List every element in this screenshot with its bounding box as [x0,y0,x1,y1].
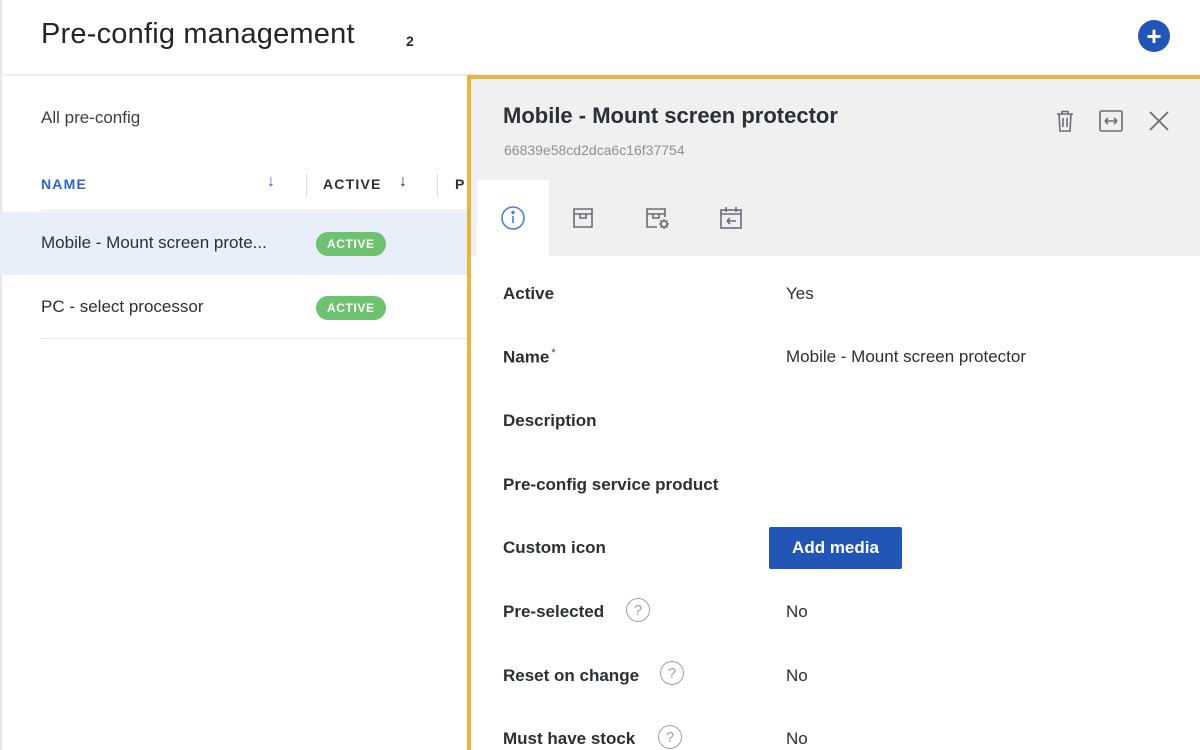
sort-arrow-icon[interactable]: ↓ [267,173,275,191]
field-value-pre-selected[interactable]: No [786,602,808,622]
table-header: NAME ↓ ACTIVE ↓ P [41,168,471,204]
trash-icon[interactable] [1051,107,1079,135]
column-header-name[interactable]: NAME [41,176,87,192]
item-count: 2 [406,33,414,49]
info-icon [501,206,525,230]
page-header: Pre-config management 2 + [0,0,1200,76]
sort-arrow-icon[interactable]: ↓ [399,173,407,191]
table-row-selected[interactable]: Mobile - Mount screen prote... ACTIVE [0,212,470,275]
divider [41,210,471,211]
label-text: Name [503,347,550,367]
expand-horizontal-icon[interactable] [1097,107,1125,135]
field-label-pre-selected: Pre-selected [503,602,605,621]
panel-title: Mobile - Mount screen protector [503,103,838,128]
detail-panel: Mobile - Mount screen protector 66839e58… [467,75,1200,750]
column-header-truncated[interactable]: P [455,176,466,192]
help-icon[interactable]: ? [626,598,650,622]
field-label-custom-icon: Custom icon [503,538,606,557]
row-name: Mobile - Mount screen prote... [41,233,267,252]
tab-history[interactable] [695,180,767,256]
field-label-active: Active [503,284,555,303]
field-label-description: Description [503,411,597,430]
field-value-reset-on-change[interactable]: No [786,666,808,686]
table-row[interactable]: PC - select processor ACTIVE [41,276,471,339]
field-label-must-have-stock: Must have stock [503,729,636,748]
close-icon[interactable] [1145,107,1173,135]
status-badge: ACTIVE [316,232,386,256]
panel-tabs [471,180,1200,256]
tab-product-settings[interactable] [621,180,693,256]
box-settings-icon [646,208,669,229]
field-label-service-product: Pre-config service product [503,475,719,494]
record-id: 66839e58cd2dca6c16f37754 [504,142,685,158]
column-divider[interactable] [437,174,438,196]
help-icon[interactable]: ? [658,725,682,749]
column-divider[interactable] [306,174,307,196]
plus-icon: + [1146,21,1162,51]
calendar-return-icon [720,207,742,229]
field-label-reset-on-change: Reset on change [503,666,640,685]
field-value-name[interactable]: Mobile - Mount screen protector [786,347,1026,367]
column-header-active[interactable]: ACTIVE [323,176,382,192]
field-label-name: Name * [503,347,556,368]
tab-product[interactable] [547,180,619,256]
help-icon[interactable]: ? [660,661,684,685]
filter-selector[interactable]: All pre-config [41,108,140,128]
status-badge: ACTIVE [316,296,386,320]
box-icon [573,208,593,228]
row-name: PC - select processor [41,297,204,316]
field-value-active[interactable]: Yes [786,284,814,304]
window-left-border [0,0,2,750]
field-value-must-have-stock[interactable]: No [786,729,808,749]
add-preconfig-button[interactable]: + [1138,20,1170,52]
panel-header: Mobile - Mount screen protector 66839e58… [471,79,1200,256]
page-title: Pre-config management [41,18,355,50]
tab-info[interactable] [477,180,549,256]
required-marker: * [551,347,556,359]
add-media-button[interactable]: Add media [769,527,902,569]
